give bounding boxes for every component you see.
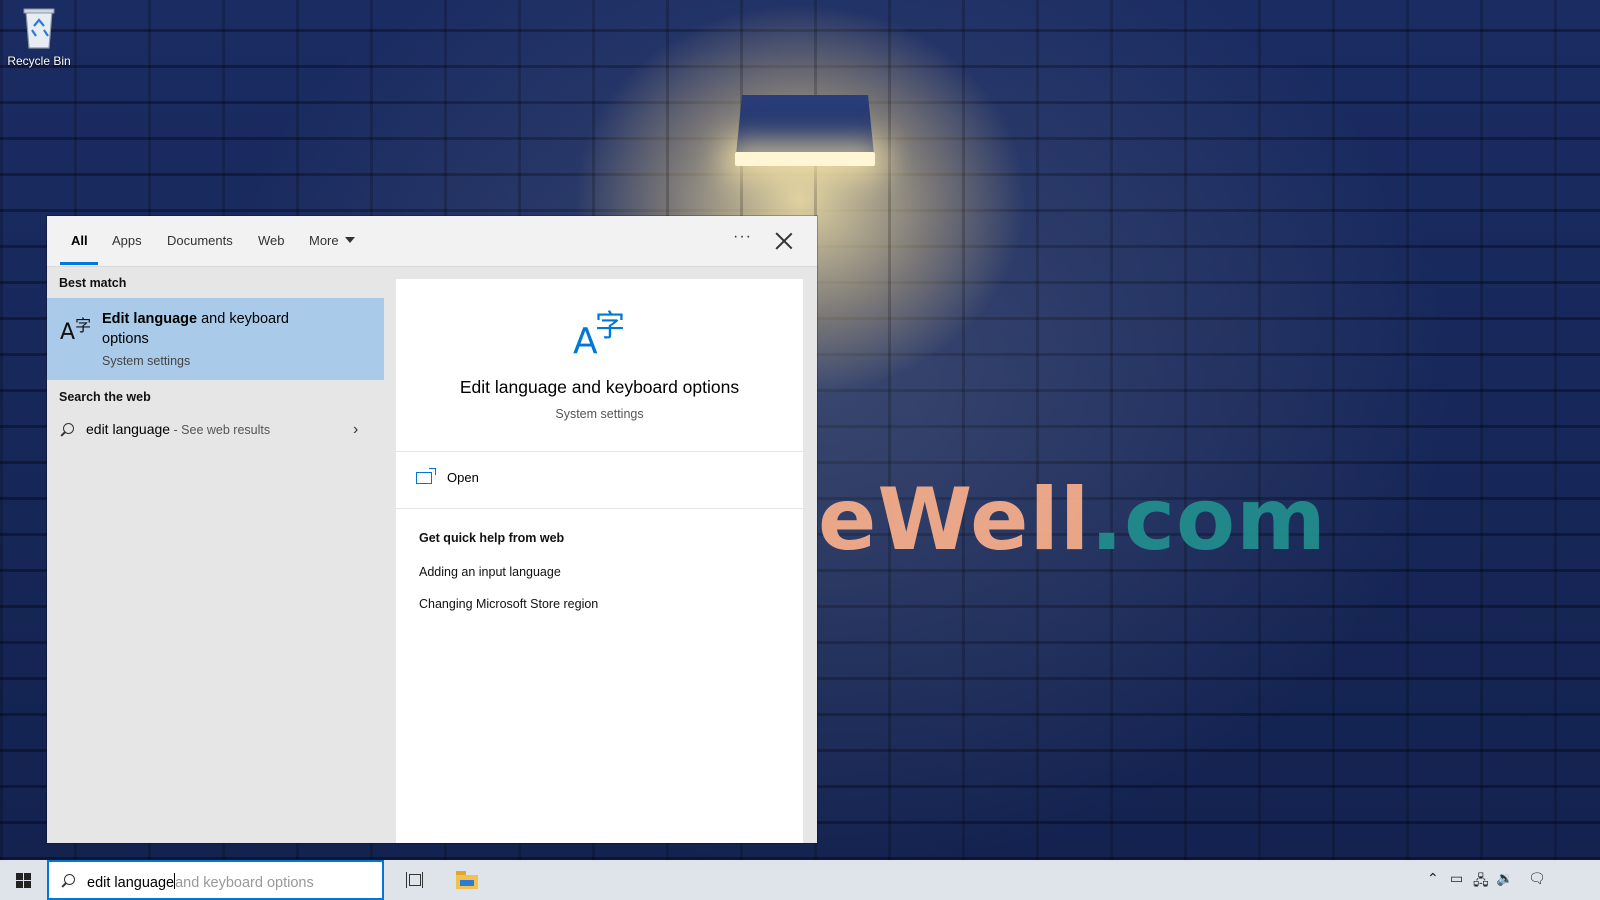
- result-detail-pane: A 字 Edit language and keyboard options S…: [396, 279, 803, 843]
- web-result-suffix: - See web results: [170, 423, 271, 437]
- watermark-left: eWell: [818, 470, 1091, 570]
- search-icon: [60, 423, 74, 437]
- icon-letter-a: A: [573, 321, 598, 362]
- recycle-bin-shortcut[interactable]: Recycle Bin: [4, 6, 74, 68]
- tab-web[interactable]: Web: [258, 233, 285, 248]
- caret-down-icon: [344, 237, 355, 243]
- task-view-icon[interactable]: [406, 872, 424, 888]
- tab-more-label: More: [309, 233, 339, 248]
- divider: [396, 451, 803, 452]
- tab-apps[interactable]: Apps: [112, 233, 142, 248]
- search-typed-text: edit language: [87, 875, 175, 891]
- open-label: Open: [447, 470, 479, 485]
- taskbar: edit languageand keyboard options ⌃ ▭ 🖧 …: [0, 860, 1600, 900]
- search-icon: [61, 874, 75, 888]
- recycle-bin-icon: [22, 6, 56, 50]
- windows-logo-icon: [16, 873, 32, 889]
- wallpaper-watermark: eWell.com: [818, 470, 1327, 570]
- file-explorer-icon[interactable]: [456, 871, 478, 889]
- results-list: Best match A字 Edit language and keyboard…: [47, 267, 384, 843]
- icon-character: 字: [595, 309, 625, 344]
- battery-icon[interactable]: ▭: [1450, 870, 1463, 887]
- language-icon-char: 字: [75, 316, 92, 335]
- divider: [396, 508, 803, 509]
- best-match-heading: Best match: [59, 276, 127, 290]
- start-button[interactable]: [0, 860, 48, 900]
- help-link-store-region[interactable]: Changing Microsoft Store region: [419, 597, 598, 611]
- close-icon[interactable]: [773, 230, 795, 252]
- search-query: edit languageand keyboard options: [87, 873, 314, 891]
- tab-more[interactable]: More: [309, 233, 355, 248]
- detail-subtitle: System settings: [555, 407, 644, 421]
- best-match-subtitle: System settings: [102, 354, 191, 368]
- detail-title: Edit language and keyboard options: [459, 377, 740, 397]
- best-match-item[interactable]: A字 Edit language and keyboard options Sy…: [47, 298, 384, 380]
- web-result-row[interactable]: edit language - See web results ›: [47, 413, 384, 447]
- web-result-text: edit language - See web results: [86, 421, 270, 437]
- recycle-bin-label: Recycle Bin: [7, 54, 71, 68]
- web-result-query: edit language: [86, 421, 171, 437]
- more-options-icon[interactable]: ···: [733, 228, 752, 246]
- language-icon: A字: [60, 316, 92, 345]
- lamp-light: [735, 152, 875, 166]
- network-icon[interactable]: 🖧: [1473, 870, 1489, 894]
- best-match-title-bold: Edit language: [102, 311, 198, 327]
- language-settings-icon: A 字: [571, 301, 631, 362]
- search-tab-bar: All Apps Documents Web More ···: [47, 216, 817, 267]
- tab-all[interactable]: All: [71, 233, 88, 248]
- volume-icon[interactable]: 🔉: [1496, 870, 1513, 887]
- chevron-right-icon: ›: [353, 421, 359, 438]
- tab-documents[interactable]: Documents: [167, 233, 233, 248]
- taskbar-search-input[interactable]: edit languageand keyboard options: [47, 860, 384, 900]
- active-tab-indicator: [60, 262, 98, 265]
- watermark-right: .com: [1090, 470, 1327, 570]
- chevron-up-icon[interactable]: ⌃: [1427, 870, 1439, 887]
- best-match-title: Edit language and keyboard options: [102, 309, 332, 349]
- help-heading: Get quick help from web: [419, 531, 565, 545]
- open-icon: [416, 468, 436, 484]
- help-link-input-language[interactable]: Adding an input language: [419, 565, 561, 579]
- search-panel: All Apps Documents Web More ··· Best mat…: [47, 216, 817, 843]
- search-web-heading: Search the web: [59, 390, 151, 404]
- action-center-icon[interactable]: 🗨: [1528, 870, 1546, 887]
- search-suggestion: and keyboard options: [175, 875, 314, 891]
